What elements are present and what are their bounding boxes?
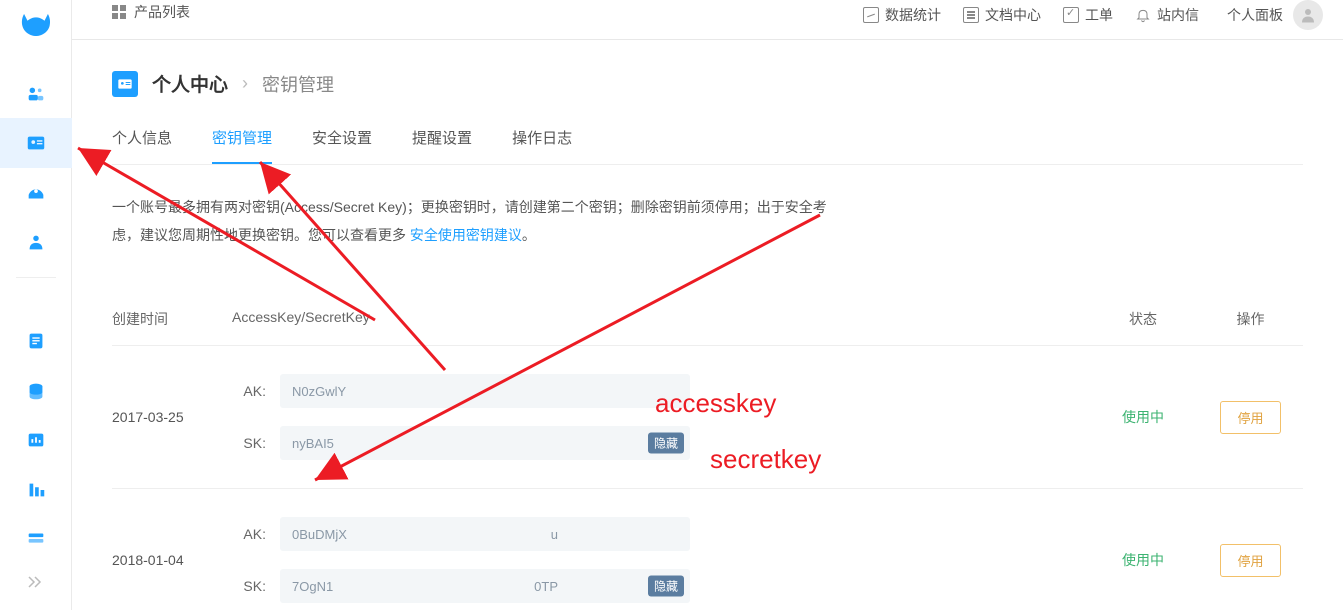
sidebar	[0, 0, 72, 610]
hide-badge[interactable]: 隐藏	[648, 576, 684, 597]
sidebar-expand-button[interactable]	[0, 564, 72, 600]
user-menu[interactable]: 个人面板	[1227, 0, 1323, 30]
avatar	[1293, 0, 1323, 30]
product-list-label: 产品列表	[134, 2, 190, 22]
top-link-stats-label: 数据统计	[885, 5, 941, 25]
sk-value-suffix: 0TP	[534, 579, 558, 594]
id-card-icon	[112, 71, 138, 97]
ak-value: N0zGwlY	[292, 384, 346, 399]
ak-value-box[interactable]: N0zGwlY	[280, 374, 690, 408]
th-status: 状态	[1088, 309, 1198, 329]
topbar-right: 数据统计 文档中心 工单 站内信 个人面板	[863, 0, 1323, 30]
cell-status: 使用中	[1088, 550, 1198, 570]
sidebar-item-personal-center[interactable]	[0, 118, 72, 167]
sidebar-item-8[interactable]	[0, 465, 72, 514]
tab-personal-info[interactable]: 个人信息	[112, 127, 172, 164]
tab-logs[interactable]: 操作日志	[512, 127, 572, 164]
disable-button[interactable]: 停用	[1220, 401, 1280, 434]
intro-text: 一个账号最多拥有两对密钥(Access/Secret Key)；更换密钥时，请创…	[112, 193, 832, 249]
table-row: 2018-01-04 AK: 0BuDMjX u SK: 7OgN1	[112, 489, 1303, 610]
top-link-docs-label: 文档中心	[985, 5, 1041, 25]
ak-label: AK:	[232, 383, 266, 399]
sidebar-item-1[interactable]	[0, 69, 72, 118]
sk-value: nyBAI5	[292, 436, 334, 451]
breadcrumb-sub: 密钥管理	[262, 71, 334, 97]
key-group: AK: 0BuDMjX u SK: 7OgN1 0TP 隐藏	[232, 517, 1088, 603]
dashboard-label: 个人面板	[1227, 5, 1283, 25]
tab-notifications[interactable]: 提醒设置	[412, 127, 472, 164]
stats-icon	[863, 7, 879, 23]
logo	[19, 10, 53, 43]
sidebar-item-5[interactable]	[0, 317, 72, 366]
doc-icon	[963, 7, 979, 23]
sk-value-box[interactable]: nyBAI5 隐藏	[280, 426, 690, 460]
cell-status: 使用中	[1088, 407, 1198, 427]
bell-icon	[1135, 7, 1151, 23]
sk-line: SK: nyBAI5 隐藏	[232, 426, 1088, 460]
ak-label: AK:	[232, 526, 266, 542]
ticket-icon	[1063, 7, 1079, 23]
tabs: 个人信息 密钥管理 安全设置 提醒设置 操作日志	[112, 127, 1303, 165]
tab-security[interactable]: 安全设置	[312, 127, 372, 164]
sidebar-item-3[interactable]	[0, 168, 72, 217]
th-keys: AccessKey/SecretKey	[232, 309, 1088, 329]
product-list-link[interactable]: 产品列表	[112, 2, 190, 22]
sk-value-prefix: 7OgN1	[292, 579, 333, 594]
ak-value-box[interactable]: 0BuDMjX u	[280, 517, 690, 551]
cell-time: 2018-01-04	[112, 552, 232, 568]
sidebar-item-4[interactable]	[0, 217, 72, 266]
sk-label: SK:	[232, 578, 266, 594]
intro-part2: 。	[522, 227, 536, 243]
disable-button[interactable]: 停用	[1220, 544, 1280, 577]
top-link-stats[interactable]: 数据统计	[863, 5, 941, 25]
top-link-docs[interactable]: 文档中心	[963, 5, 1041, 25]
top-link-mail[interactable]: 站内信	[1135, 5, 1199, 25]
th-time: 创建时间	[112, 309, 232, 329]
sidebar-item-9[interactable]	[0, 515, 72, 564]
breadcrumb: 个人中心 › 密钥管理	[112, 70, 1303, 97]
grid-icon	[112, 5, 126, 19]
sk-value-box[interactable]: 7OgN1 0TP 隐藏	[280, 569, 690, 603]
key-group: AK: N0zGwlY SK: nyBAI5 隐藏	[232, 374, 1088, 460]
breadcrumb-main[interactable]: 个人中心	[152, 70, 228, 97]
ak-value-prefix: 0BuDMjX	[292, 527, 347, 542]
top-link-ticket[interactable]: 工单	[1063, 5, 1113, 25]
table-header: 创建时间 AccessKey/SecretKey 状态 操作	[112, 309, 1303, 346]
hide-badge[interactable]: 隐藏	[648, 433, 684, 454]
sk-line: SK: 7OgN1 0TP 隐藏	[232, 569, 1088, 603]
sidebar-divider	[16, 277, 56, 307]
th-op: 操作	[1198, 309, 1303, 329]
cell-time: 2017-03-25	[112, 409, 232, 425]
top-link-mail-label: 站内信	[1157, 5, 1199, 25]
table-row: 2017-03-25 AK: N0zGwlY SK: nyBAI5 隐藏	[112, 346, 1303, 489]
sk-label: SK:	[232, 435, 266, 451]
intro-link[interactable]: 安全使用密钥建议	[410, 227, 522, 243]
sidebar-item-6[interactable]	[0, 366, 72, 415]
tab-key-management[interactable]: 密钥管理	[212, 127, 272, 164]
top-link-ticket-label: 工单	[1085, 5, 1113, 25]
sidebar-item-7[interactable]	[0, 416, 72, 465]
ak-line: AK: N0zGwlY	[232, 374, 1088, 408]
main-content: 个人中心 › 密钥管理 个人信息 密钥管理 安全设置 提醒设置 操作日志 一个账…	[72, 40, 1343, 610]
ak-line: AK: 0BuDMjX u	[232, 517, 1088, 551]
topbar: 产品列表 数据统计 文档中心 工单 站内信 个人面板	[72, 0, 1343, 40]
ak-value-suffix: u	[551, 527, 558, 542]
chevron-right-icon: ›	[242, 73, 248, 94]
